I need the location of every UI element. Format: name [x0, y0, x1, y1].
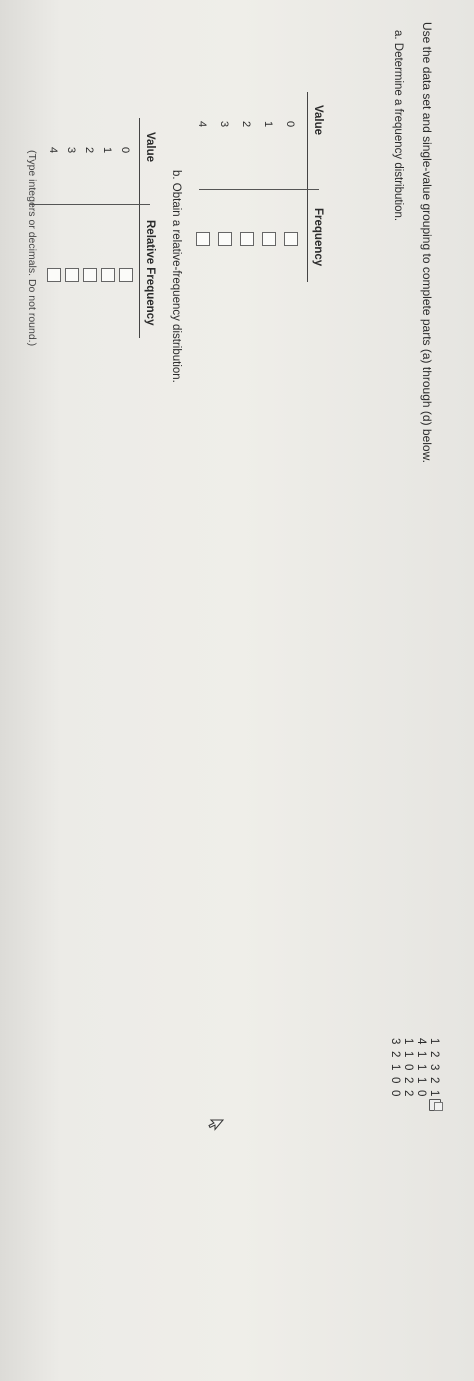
relative-frequency-input[interactable]	[47, 268, 61, 282]
data-cell: 1	[428, 1038, 440, 1045]
data-row: 3 2 1 0 0	[388, 1038, 401, 1103]
value-column-header: Value	[312, 105, 324, 136]
data-cell: 0	[389, 1090, 401, 1097]
value-cell: 1	[262, 120, 274, 128]
header-underline	[139, 118, 140, 338]
answer-format-hint: (Type integers or decimals. Do not round…	[26, 150, 38, 347]
relative-frequency-input[interactable]	[101, 268, 115, 282]
data-cell: 4	[415, 1038, 427, 1045]
data-cell: 1	[389, 1064, 401, 1071]
part-a-label: a. Determine a frequency distribution.	[392, 30, 404, 222]
copy-data-icon[interactable]	[429, 1099, 441, 1111]
frequency-column-header: Frequency	[312, 208, 324, 267]
value-cell: 2	[240, 120, 252, 128]
data-cell: 3	[428, 1064, 440, 1071]
question-content: Use the data set and single-value groupi…	[0, 0, 474, 1381]
frequency-input[interactable]	[196, 232, 210, 246]
data-cell: 1	[402, 1038, 414, 1045]
data-cell: 0	[389, 1077, 401, 1084]
mouse-pointer-icon	[208, 1119, 224, 1131]
frequency-input[interactable]	[218, 232, 232, 246]
value-cell: 1	[101, 146, 113, 154]
data-cell: 2	[402, 1077, 414, 1084]
column-divider	[30, 204, 150, 205]
data-cell: 0	[415, 1090, 427, 1097]
value-cell: 2	[83, 146, 95, 154]
data-cell: 1	[402, 1051, 414, 1058]
value-cell: 4	[47, 146, 59, 154]
relative-frequency-input[interactable]	[119, 268, 133, 282]
data-row: 4 1 1 1 0	[414, 1038, 427, 1103]
value-cell: 0	[119, 146, 131, 154]
relative-frequency-input[interactable]	[65, 268, 79, 282]
frequency-input[interactable]	[262, 232, 276, 246]
data-cell: 1	[415, 1051, 427, 1058]
header-underline	[307, 92, 308, 282]
relative-frequency-column-header: Relative Frequency	[144, 220, 156, 326]
data-cell: 2	[428, 1077, 440, 1084]
data-cell: 2	[389, 1051, 401, 1058]
value-cell: 3	[65, 146, 77, 154]
value-cell: 0	[284, 120, 296, 128]
frequency-input[interactable]	[240, 232, 254, 246]
value-column-header: Value	[144, 132, 156, 163]
data-row: 1 2 3 2 1	[427, 1038, 440, 1103]
data-cell: 0	[402, 1064, 414, 1071]
frequency-input[interactable]	[284, 232, 298, 246]
data-row: 1 1 0 2 2	[401, 1038, 414, 1103]
data-cell: 3	[389, 1038, 401, 1045]
data-cell: 2	[428, 1051, 440, 1058]
relative-frequency-input[interactable]	[83, 268, 97, 282]
value-cell: 3	[218, 120, 230, 128]
data-set-table: 1 2 3 2 1 4 1 1 1 0 1 1 0 2 2 3 2 1 0 0	[388, 1038, 440, 1103]
question-instruction: Use the data set and single-value groupi…	[420, 22, 434, 463]
part-b-label: b. Obtain a relative-frequency distribut…	[170, 170, 182, 383]
column-divider	[199, 189, 319, 190]
value-cell: 4	[196, 120, 208, 128]
data-cell: 1	[415, 1077, 427, 1084]
data-cell: 2	[402, 1090, 414, 1097]
data-cell: 1	[415, 1064, 427, 1071]
